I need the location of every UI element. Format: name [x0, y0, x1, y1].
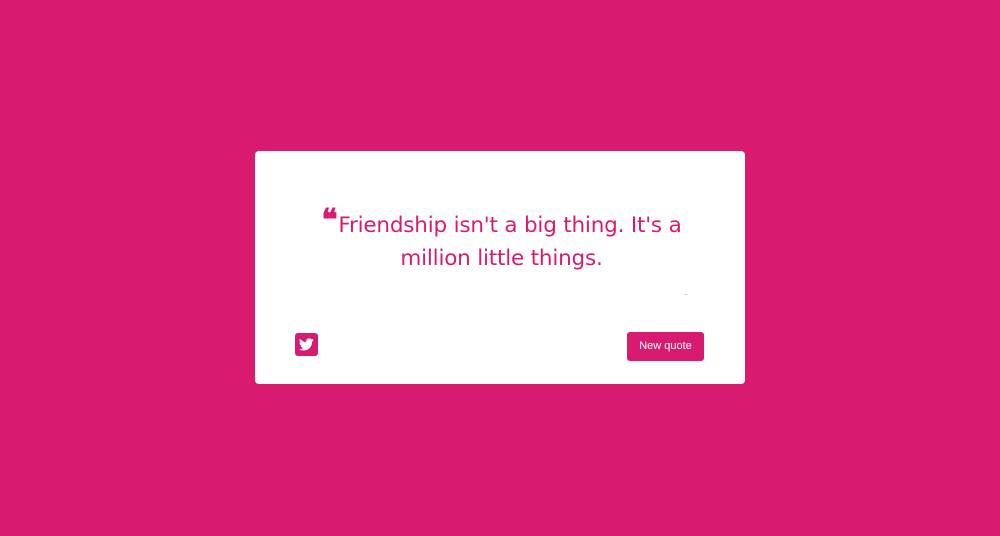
quote-mark-icon: ❝	[321, 203, 338, 238]
quote-text: Friendship isn't a big thing. It's a mil…	[338, 213, 682, 271]
quote-card: ❝Friendship isn't a big thing. It's a mi…	[255, 151, 745, 384]
tweet-quote-button[interactable]	[295, 333, 318, 356]
twitter-icon	[299, 338, 314, 351]
new-quote-button[interactable]: New quote	[627, 332, 704, 361]
quote-author: -	[685, 292, 687, 298]
quote-text-block: ❝Friendship isn't a big thing. It's a mi…	[299, 203, 704, 275]
